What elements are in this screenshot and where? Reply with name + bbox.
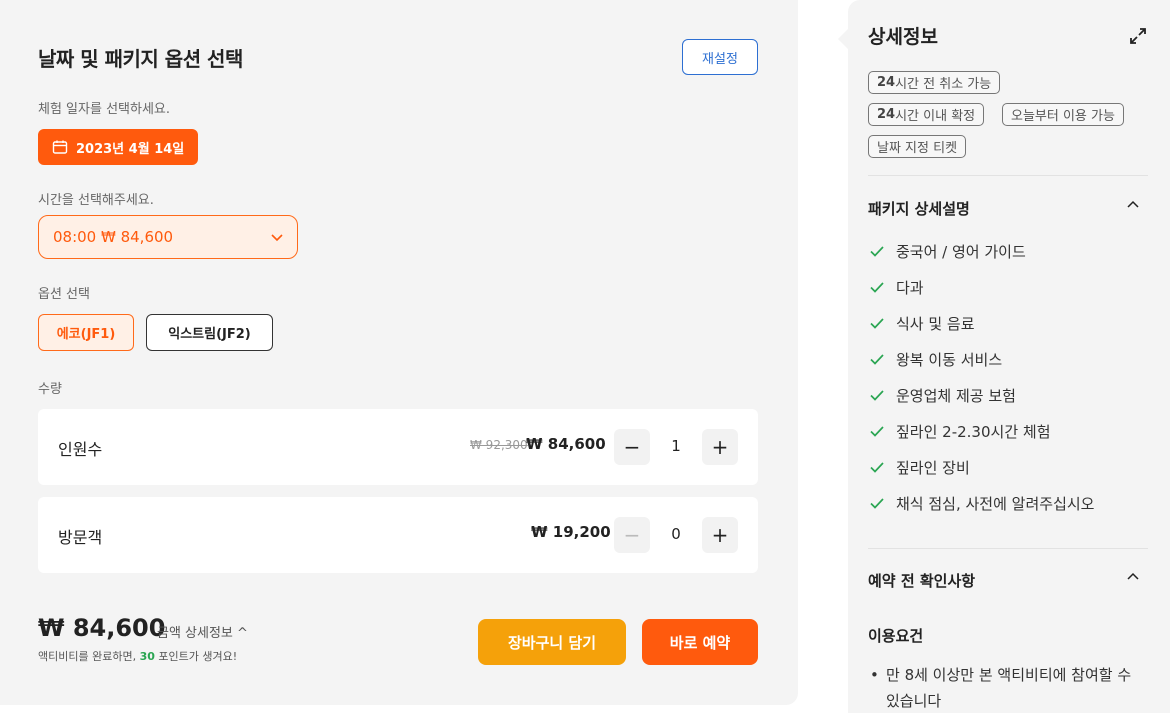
package-item-label: 채식 점심, 사전에 알려주십시오 (896, 494, 1095, 513)
tag-text: 시간 전 취소 가능 (895, 77, 992, 92)
add-to-cart-button[interactable]: 장바구니 담기 (478, 619, 626, 665)
quantity-row-adult: 인원수 ₩ 92,300 ₩ 84,600 − 1 + (38, 409, 758, 485)
tag-bold: 24 (877, 75, 896, 90)
time-select[interactable]: 08:00 ₩ 84,600 (38, 215, 298, 259)
package-item-label: 다과 (896, 278, 924, 297)
check-icon (870, 462, 884, 473)
check-icon (870, 246, 884, 257)
package-item: 운영업체 제공 보험 (868, 384, 1016, 406)
original-price: ₩ 92,300 (470, 438, 528, 452)
date-value: 2023년 4월 14일 (76, 141, 185, 157)
package-item-label: 식사 및 음료 (896, 314, 975, 333)
pre-booking-section-title: 예약 전 확인사항 (868, 572, 976, 590)
package-item: 채식 점심, 사전에 알려주십시오 (868, 492, 1094, 514)
decrease-button[interactable]: − (614, 517, 650, 553)
details-panel: 상세정보 24 시간 전 취소 가능 24 시간 이내 확정 오늘부터 이용 가능 … (848, 0, 1170, 713)
tag-confirm: 24 시간 이내 확정 (868, 103, 985, 126)
package-item-label: 왕복 이동 서비스 (896, 350, 1003, 369)
chevron-down-icon (271, 234, 283, 242)
sale-price: ₩ 19,200 (531, 523, 611, 541)
check-icon (870, 498, 884, 509)
page-title: 날짜 및 패키지 옵션 선택 (38, 47, 243, 71)
tag-text: 날짜 지정 티켓 (877, 141, 958, 156)
tag-text: 시간 이내 확정 (895, 109, 976, 124)
package-section-title: 패키지 상세설명 (868, 200, 970, 218)
quantity-name: 방문객 (58, 528, 103, 547)
tag-dated-ticket: 날짜 지정 티켓 (868, 135, 967, 158)
check-icon (870, 318, 884, 329)
check-icon (870, 426, 884, 437)
condition-item: 만 8세 이상만 본 액티비티에 참여할 수 있습니다 (868, 662, 1148, 713)
expand-icon[interactable] (1128, 26, 1148, 46)
package-item: 짚라인 2-2.30시간 체험 (868, 420, 1051, 442)
points-note: 액티비티를 완료하면, 30 포인트가 생겨요! (38, 648, 237, 664)
time-label: 시간을 선택해주세요. (38, 193, 154, 208)
package-item: 다과 (868, 276, 924, 298)
increase-button[interactable]: + (702, 429, 738, 465)
points-value: 30 (139, 650, 155, 663)
option-extreme-button[interactable]: 익스트림(JF2) (146, 314, 273, 351)
package-item: 왕복 이동 서비스 (868, 348, 1002, 370)
points-prefix: 액티비티를 완료하면, (38, 650, 140, 663)
check-icon (870, 354, 884, 365)
tag-cancel: 24 시간 전 취소 가능 (868, 71, 1001, 94)
quantity-row-visitor: 방문객 ₩ 19,200 − 0 + (38, 497, 758, 573)
chevron-up-icon[interactable] (1126, 569, 1140, 583)
booking-panel: 날짜 및 패키지 옵션 선택 재설정 체험 일자를 선택하세요. 2023년 4… (0, 0, 798, 705)
package-item: 중국어 / 영어 가이드 (868, 240, 1026, 262)
details-title: 상세정보 (868, 26, 938, 48)
date-label: 체험 일자를 선택하세요. (38, 102, 170, 117)
divider (868, 548, 1148, 549)
option-eco-button[interactable]: 에코(JF1) (38, 314, 134, 351)
increase-button[interactable]: + (702, 517, 738, 553)
package-item-label: 짚라인 2-2.30시간 체험 (896, 422, 1051, 441)
tag-available: 오늘부터 이용 가능 (1002, 103, 1124, 126)
quantity-name: 인원수 (58, 440, 103, 459)
check-icon (870, 390, 884, 401)
package-item: 짚라인 장비 (868, 456, 970, 478)
quantity-value: 0 (671, 525, 681, 543)
tag-bold: 24 (877, 107, 896, 122)
decrease-button[interactable]: − (614, 429, 650, 465)
total-price: ₩ 84,600 (38, 614, 166, 642)
divider (868, 175, 1148, 176)
quantity-value: 1 (671, 437, 681, 455)
option-label: 옵션 선택 (38, 287, 90, 302)
check-icon (870, 282, 884, 293)
time-value: 08:00 ₩ 84,600 (53, 228, 174, 246)
quantity-label: 수량 (38, 382, 62, 397)
chevron-up-icon[interactable] (1126, 197, 1140, 211)
sale-price: ₩ 84,600 (526, 435, 606, 453)
package-item-label: 짚라인 장비 (896, 458, 970, 477)
reset-button[interactable]: 재설정 (682, 39, 758, 75)
book-now-button[interactable]: 바로 예약 (642, 619, 758, 665)
package-item: 식사 및 음료 (868, 312, 975, 334)
tag-text: 오늘부터 이용 가능 (1011, 109, 1115, 124)
package-item-label: 중국어 / 영어 가이드 (896, 242, 1026, 261)
conditions-title: 이용요건 (868, 627, 924, 645)
package-item-label: 운영업체 제공 보험 (896, 386, 1016, 405)
points-suffix: 포인트가 생겨요! (154, 650, 238, 663)
date-picker-button[interactable]: 2023년 4월 14일 (38, 129, 199, 165)
calendar-icon (52, 140, 68, 154)
price-detail-toggle[interactable]: 금액 상세정보 ^ (157, 622, 248, 641)
